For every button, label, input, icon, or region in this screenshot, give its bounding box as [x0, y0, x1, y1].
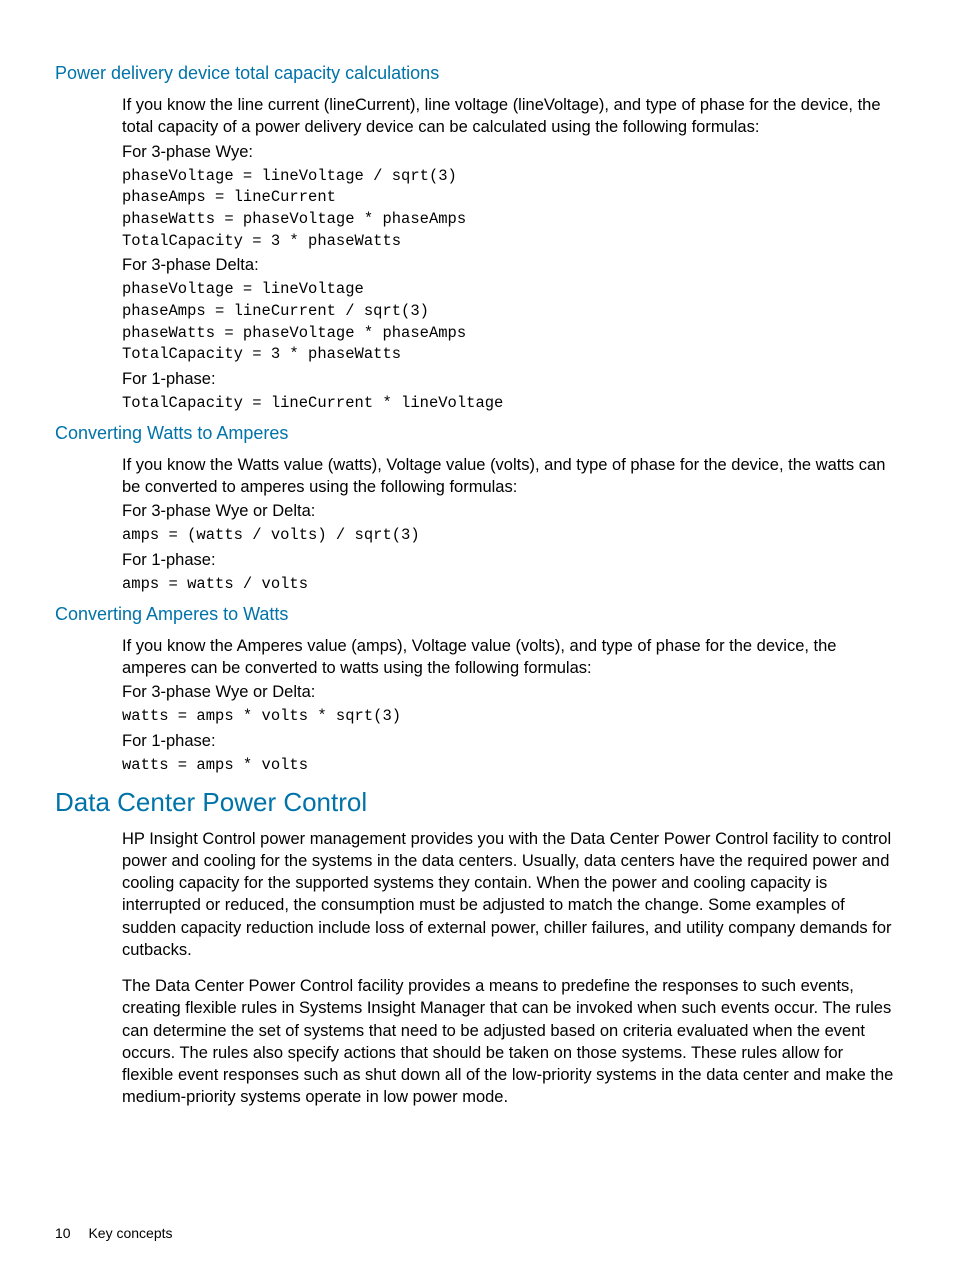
section-heading-watts-to-amperes: Converting Watts to Amperes	[55, 423, 899, 444]
label-3phase-delta: For 3-phase Delta:	[122, 256, 899, 275]
footer-label: Key concepts	[88, 1225, 172, 1241]
code-block: phaseVoltage = lineVoltage phaseAmps = l…	[122, 279, 899, 366]
label-1phase: For 1-phase:	[122, 551, 899, 570]
label-3phase: For 3-phase Wye or Delta:	[122, 502, 899, 521]
code-block: amps = (watts / volts) / sqrt(3)	[122, 525, 899, 547]
code-block: watts = amps * volts	[122, 755, 899, 777]
body-text: If you know the Amperes value (amps), Vo…	[122, 635, 899, 680]
label-1phase: For 1-phase:	[122, 370, 899, 389]
page-number: 10	[55, 1225, 71, 1241]
code-block: TotalCapacity = lineCurrent * lineVoltag…	[122, 393, 899, 415]
section-heading-amperes-to-watts: Converting Amperes to Watts	[55, 604, 899, 625]
label-1phase: For 1-phase:	[122, 732, 899, 751]
body-text: If you know the line current (lineCurren…	[122, 94, 899, 139]
section-heading-power-delivery: Power delivery device total capacity cal…	[55, 63, 899, 84]
body-text: If you know the Watts value (watts), Vol…	[122, 454, 899, 499]
code-block: amps = watts / volts	[122, 574, 899, 596]
code-block: watts = amps * volts * sqrt(3)	[122, 706, 899, 728]
body-text: HP Insight Control power management prov…	[122, 828, 899, 962]
code-block: phaseVoltage = lineVoltage / sqrt(3) pha…	[122, 166, 899, 253]
body-text: The Data Center Power Control facility p…	[122, 975, 899, 1109]
label-3phase: For 3-phase Wye or Delta:	[122, 683, 899, 702]
section-heading-data-center-power-control: Data Center Power Control	[55, 787, 899, 818]
label-3phase-wye: For 3-phase Wye:	[122, 143, 899, 162]
page-footer: 10 Key concepts	[55, 1225, 173, 1241]
